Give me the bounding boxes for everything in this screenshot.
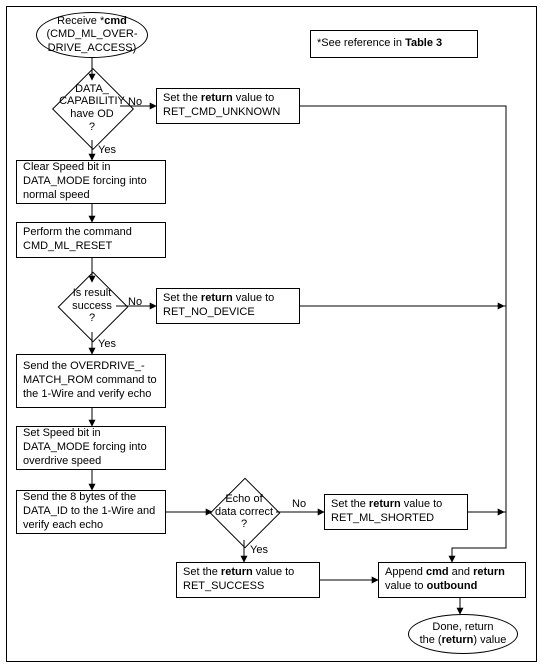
send-ovr-text: Send the OVERDRIVE_-MATCH_ROM command to… <box>23 360 159 401</box>
ret-success-text: Set the return value to RET_SUCCESS <box>183 566 294 594</box>
ret-no-device: Set the return value to RET_NO_DEVICE <box>156 288 300 324</box>
edge-yes-1: Yes <box>98 144 116 156</box>
edge-yes-2: Yes <box>98 338 116 350</box>
send-8-bytes: Send the 8 bytes of the DATA_ID to the 1… <box>16 490 166 534</box>
edge-no-2: No <box>128 296 142 308</box>
done-text: Done, returnthe (return) value <box>420 621 507 647</box>
ret-cmd-unknown-text: Set the return value to RET_CMD_UNKNOWN <box>163 92 280 120</box>
edge-yes-3: Yes <box>250 544 268 556</box>
ret-ml-shorted-text: Set the return value to RET_ML_SHORTED <box>331 498 442 526</box>
append-outbound: Append cmd and return value to outbound <box>378 562 526 598</box>
set-speed-text: Set Speed bit in DATA_MODE forcing into … <box>23 427 159 468</box>
do-reset-text: Perform the command CMD_ML_RESET <box>23 226 159 254</box>
start-terminator: Receive *cmd (CMD_ML_OVER- DRIVE_ACCESS) <box>36 12 148 58</box>
ret-cmd-unknown: Set the return value to RET_CMD_UNKNOWN <box>156 88 300 124</box>
decision-capability: DATA_ CAPABILITIY have OD ? <box>48 72 136 144</box>
clear-speed-text: Clear Speed bit in DATA_MODE forcing int… <box>23 161 159 202</box>
decision-success: Is result success ? <box>52 274 132 338</box>
decision-success-text: Is result success ? <box>72 287 112 325</box>
decision-capability-text: DATA_ CAPABILITIY have OD ? <box>59 83 125 134</box>
send8-text: Send the 8 bytes of the DATA_ID to the 1… <box>23 491 159 532</box>
ret-no-device-text: Set the return value to RET_NO_DEVICE <box>163 292 274 320</box>
note-text: *See reference in Table 3 <box>317 37 442 51</box>
edge-no-1: No <box>128 96 142 108</box>
send-overdrive-match-rom: Send the OVERDRIVE_-MATCH_ROM command to… <box>16 354 166 408</box>
ret-success: Set the return value to RET_SUCCESS <box>176 562 320 598</box>
append-text: Append cmd and return value to outbound <box>385 566 505 594</box>
decision-echo-text: Echo of data correct ? <box>215 493 273 531</box>
ret-ml-shorted: Set the return value to RET_ML_SHORTED <box>324 494 468 530</box>
decision-echo: Echo of data correct ? <box>200 480 288 544</box>
set-speed-overdrive: Set Speed bit in DATA_MODE forcing into … <box>16 426 166 470</box>
note-box: *See reference in Table 3 <box>310 30 478 58</box>
done-terminator: Done, returnthe (return) value <box>408 614 518 654</box>
clear-speed: Clear Speed bit in DATA_MODE forcing int… <box>16 160 166 204</box>
do-reset: Perform the command CMD_ML_RESET <box>16 222 166 258</box>
edge-no-3: No <box>292 498 306 510</box>
start-text: Receive *cmd (CMD_ML_OVER- DRIVE_ACCESS) <box>46 15 137 55</box>
